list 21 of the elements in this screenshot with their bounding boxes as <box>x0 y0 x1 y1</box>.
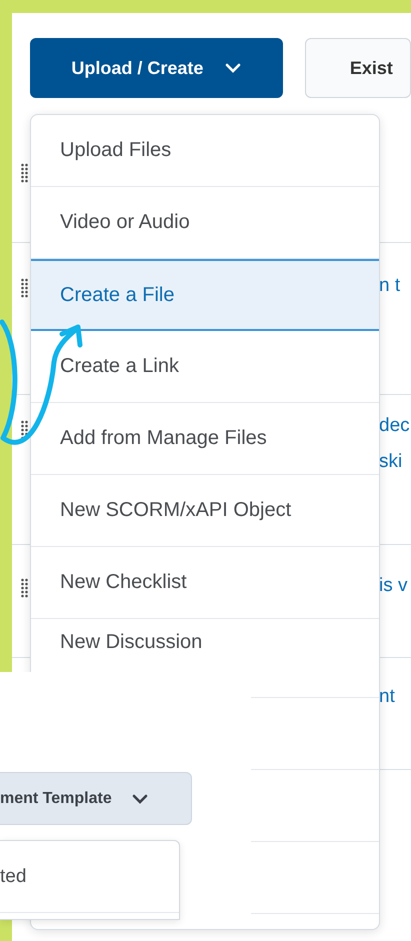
menu-item[interactable]: New Discussion <box>31 619 379 672</box>
content-link[interactable]: n t <box>379 275 400 297</box>
drag-handle-icon[interactable] <box>21 163 28 183</box>
content-link[interactable]: is v <box>379 575 408 597</box>
existing-button[interactable]: Exist <box>304 38 411 98</box>
menu-item[interactable]: ted <box>0 841 179 913</box>
template-dropdown-button[interactable]: ment Template <box>0 772 192 825</box>
menu-item[interactable]: New SCORM/xAPI Object <box>31 475 379 547</box>
drag-handle-icon[interactable] <box>21 278 28 298</box>
drag-handle-icon[interactable] <box>21 420 28 440</box>
upload-create-button[interactable]: Upload / Create <box>30 38 283 98</box>
content-link[interactable]: dec <box>379 415 410 437</box>
chevron-down-icon <box>132 794 148 804</box>
content-link[interactable]: ski <box>379 451 410 473</box>
content-link[interactable]: nt <box>379 686 395 708</box>
drag-handle-icon[interactable] <box>21 578 28 598</box>
menu-item[interactable]: Create a Link <box>31 331 379 403</box>
menu-item[interactable]: Create a File <box>31 259 379 331</box>
menu-item[interactable]: New Checklist <box>31 547 379 619</box>
menu-item[interactable]: Upload Files <box>31 115 379 187</box>
menu-item[interactable]: Add from Manage Files <box>31 403 379 475</box>
